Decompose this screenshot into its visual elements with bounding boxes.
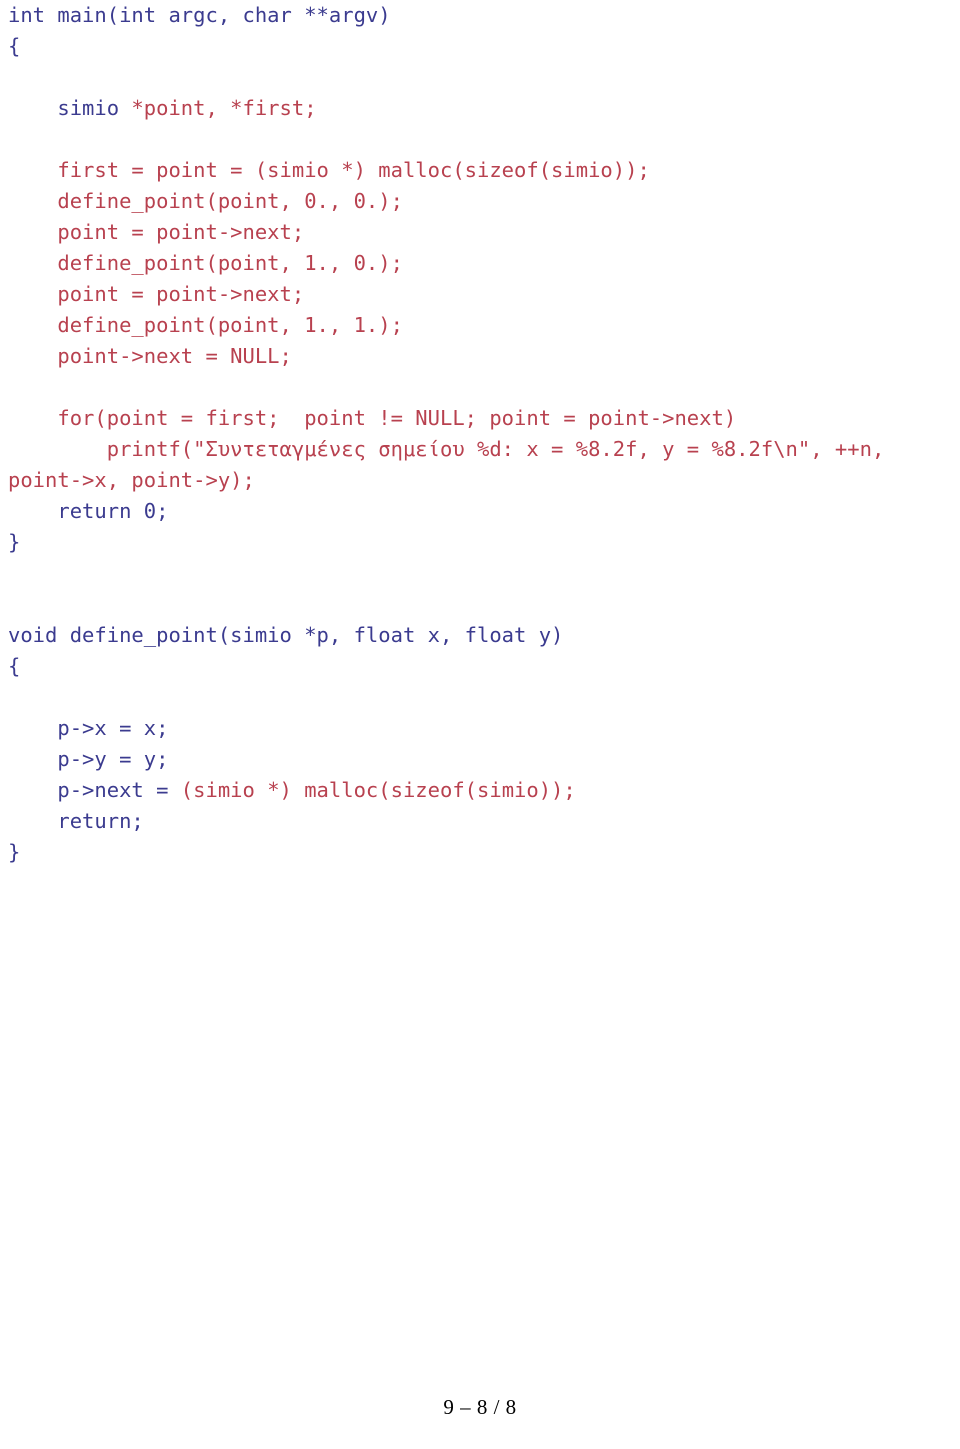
code-line: first = point = (simio *) malloc(sizeof(… bbox=[0, 155, 960, 186]
code-listing: int main(int argc, char **argv) { simio *… bbox=[0, 0, 960, 868]
page: int main(int argc, char **argv) { simio *… bbox=[0, 0, 960, 1449]
code-token: { bbox=[8, 654, 21, 678]
code-line: p->x = x; bbox=[0, 713, 960, 744]
code-line: define_point(point, 0., 0.); bbox=[0, 186, 960, 217]
code-line: point = point->next; bbox=[0, 217, 960, 248]
code-token: first = point = (simio *) malloc(sizeof(… bbox=[8, 158, 650, 182]
code-line: printf("Συντεταγμένες σημείου %d: x = %8… bbox=[0, 434, 960, 465]
code-line: } bbox=[0, 837, 960, 868]
code-token: p->y = y; bbox=[8, 747, 169, 771]
code-token: return 0; bbox=[8, 499, 169, 523]
code-line: return 0; bbox=[0, 496, 960, 527]
code-token: p->next = bbox=[8, 778, 181, 802]
code-token: int main(int argc, char **argv) bbox=[8, 3, 391, 27]
code-line: point->next = NULL; bbox=[0, 341, 960, 372]
code-line: p->next = (simio *) malloc(sizeof(simio)… bbox=[0, 775, 960, 806]
code-line: int main(int argc, char **argv) bbox=[0, 0, 960, 31]
code-token: } bbox=[8, 530, 21, 554]
code-token: *point, *first; bbox=[131, 96, 317, 120]
code-token: point->next = NULL; bbox=[8, 344, 292, 368]
code-line: } bbox=[0, 527, 960, 558]
code-line: define_point(point, 1., 0.); bbox=[0, 248, 960, 279]
code-token: (simio *) malloc(sizeof(simio)); bbox=[180, 778, 576, 802]
page-footer: 9 – 8 / 8 bbox=[443, 1395, 517, 1419]
code-token: { bbox=[8, 34, 21, 58]
code-token: define_point(point, 0., 0.); bbox=[8, 189, 403, 213]
code-token: point = point->next; bbox=[8, 282, 305, 306]
code-line: simio *point, *first; bbox=[0, 93, 960, 124]
code-token: } bbox=[8, 840, 21, 864]
code-token: point->x, point->y); bbox=[8, 468, 255, 492]
code-token: define_point(point, 1., 1.); bbox=[8, 313, 403, 337]
code-line: { bbox=[0, 31, 960, 62]
code-line: define_point(point, 1., 1.); bbox=[0, 310, 960, 341]
code-line: for(point = first; point != NULL; point … bbox=[0, 403, 960, 434]
code-token: p->x = x; bbox=[8, 716, 169, 740]
code-token: printf("Συντεταγμένες σημείου %d: x = %8… bbox=[8, 437, 885, 461]
code-line: point->x, point->y); bbox=[0, 465, 960, 496]
code-token: void define_point(simio *p, float x, flo… bbox=[8, 623, 564, 647]
code-line: void define_point(simio *p, float x, flo… bbox=[0, 620, 960, 651]
code-token: define_point(point, 1., 0.); bbox=[8, 251, 403, 275]
code-line: { bbox=[0, 651, 960, 682]
code-line: p->y = y; bbox=[0, 744, 960, 775]
code-token: return; bbox=[8, 809, 144, 833]
code-token: simio bbox=[8, 96, 132, 120]
code-line: point = point->next; bbox=[0, 279, 960, 310]
code-line: return; bbox=[0, 806, 960, 837]
code-token: for(point = first; point != NULL; point … bbox=[8, 406, 737, 430]
code-token: point = point->next; bbox=[8, 220, 305, 244]
